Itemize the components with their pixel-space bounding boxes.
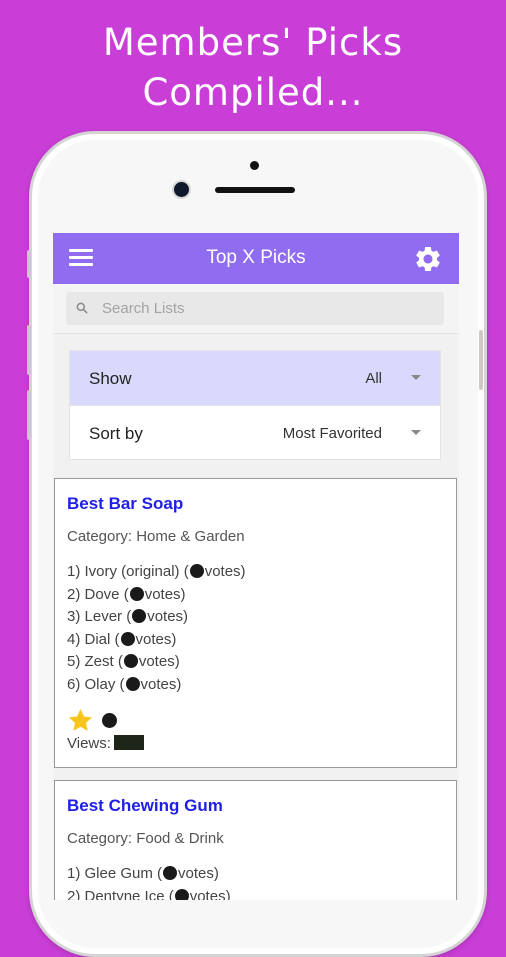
list-item: 1) Glee Gum ( votes) [67, 863, 231, 886]
search-icon [76, 302, 88, 314]
item-suffix: votes) [144, 585, 186, 603]
item-suffix: votes) [135, 630, 177, 648]
vote-count-redacted [125, 676, 140, 691]
list-item: 3) Lever ( votes) [67, 606, 246, 629]
promo-headline: Members' Picks Compiled... [0, 18, 506, 118]
search-input[interactable] [102, 298, 422, 318]
views-label: Views: [67, 735, 111, 752]
app-bar: Top X Picks [53, 233, 459, 284]
phone-speaker [215, 187, 295, 193]
favorite-row [67, 707, 118, 734]
item-text: 1) Glee Gum ( [67, 865, 163, 882]
item-text: 2) Dentyne Ice ( [67, 887, 174, 900]
item-suffix: votes) [204, 563, 246, 580]
item-suffix: votes) [189, 887, 231, 900]
item-suffix: votes) [147, 608, 189, 626]
app-screen: Top X Picks Show All Sort by Most Favori… [53, 233, 459, 900]
phone-volume-down-button [27, 390, 31, 440]
item-text: 6) Olay ( [67, 675, 125, 693]
views-count-redacted [113, 735, 144, 750]
list-category: Category: Home & Garden [67, 528, 245, 545]
list-items: 1) Glee Gum ( votes) 2) Dentyne Ice ( vote… [67, 863, 231, 900]
list-card[interactable]: Best Chewing Gum Category: Food & Drink … [54, 780, 457, 900]
item-text: 4) Dial ( [67, 630, 120, 648]
item-text: 3) Lever ( [67, 608, 132, 626]
promo-line-1: Members' Picks [102, 21, 404, 64]
item-text: 1) Ivory (original) ( [67, 563, 189, 580]
list-category: Category: Food & Drink [67, 830, 224, 847]
list-title-link[interactable]: Best Bar Soap [67, 494, 183, 514]
filter-panel: Show All Sort by Most Favorited [69, 350, 441, 460]
item-suffix: votes) [178, 865, 219, 882]
vote-count-redacted [123, 654, 138, 669]
vote-count-redacted [174, 888, 189, 900]
sort-filter-row[interactable]: Sort by Most Favorited [70, 405, 440, 459]
item-text: 5) Zest ( [67, 653, 123, 671]
list-item: 2) Dentyne Ice ( votes) [67, 886, 231, 900]
vote-count-redacted [163, 866, 178, 880]
sort-select-value[interactable]: Most Favorited [283, 425, 382, 442]
item-suffix: votes) [138, 653, 180, 671]
show-label: Show [89, 369, 132, 388]
list-card[interactable]: Best Bar Soap Category: Home & Garden 1)… [54, 478, 457, 768]
gear-icon[interactable] [413, 244, 443, 274]
vote-count-redacted [120, 631, 135, 646]
list-item: 6) Olay ( votes) [67, 674, 246, 697]
promo-line-2: Compiled... [142, 71, 364, 114]
item-suffix: votes) [140, 675, 182, 693]
favorite-count-redacted [102, 713, 118, 728]
search-box[interactable] [66, 292, 444, 325]
list-item: 1) Ivory (original) ( votes) [67, 561, 246, 584]
chevron-down-icon[interactable] [411, 375, 421, 380]
star-icon[interactable] [67, 707, 94, 734]
list-items: 1) Ivory (original) ( votes) 2) Dove ( vot… [67, 561, 246, 697]
list-item: 5) Zest ( votes) [67, 651, 246, 674]
item-text: 2) Dove ( [67, 585, 129, 603]
show-filter-row[interactable]: Show All [70, 351, 440, 405]
app-title: Top X Picks [206, 247, 306, 268]
phone-side-button [27, 250, 31, 278]
vote-count-redacted [132, 609, 147, 624]
list-item: 4) Dial ( votes) [67, 629, 246, 652]
phone-volume-up-button [27, 325, 31, 375]
search-bar [53, 284, 459, 334]
vote-count-redacted [189, 564, 204, 578]
views-row: Views: [67, 735, 144, 752]
list-title-link[interactable]: Best Chewing Gum [67, 796, 223, 816]
sort-label: Sort by [89, 424, 143, 443]
phone-power-button [479, 330, 483, 390]
phone-sensor [250, 161, 259, 170]
vote-count-redacted [129, 586, 144, 601]
chevron-down-icon[interactable] [411, 430, 421, 435]
list-item: 2) Dove ( votes) [67, 584, 246, 607]
phone-camera [174, 182, 189, 197]
show-select-value[interactable]: All [365, 370, 382, 387]
